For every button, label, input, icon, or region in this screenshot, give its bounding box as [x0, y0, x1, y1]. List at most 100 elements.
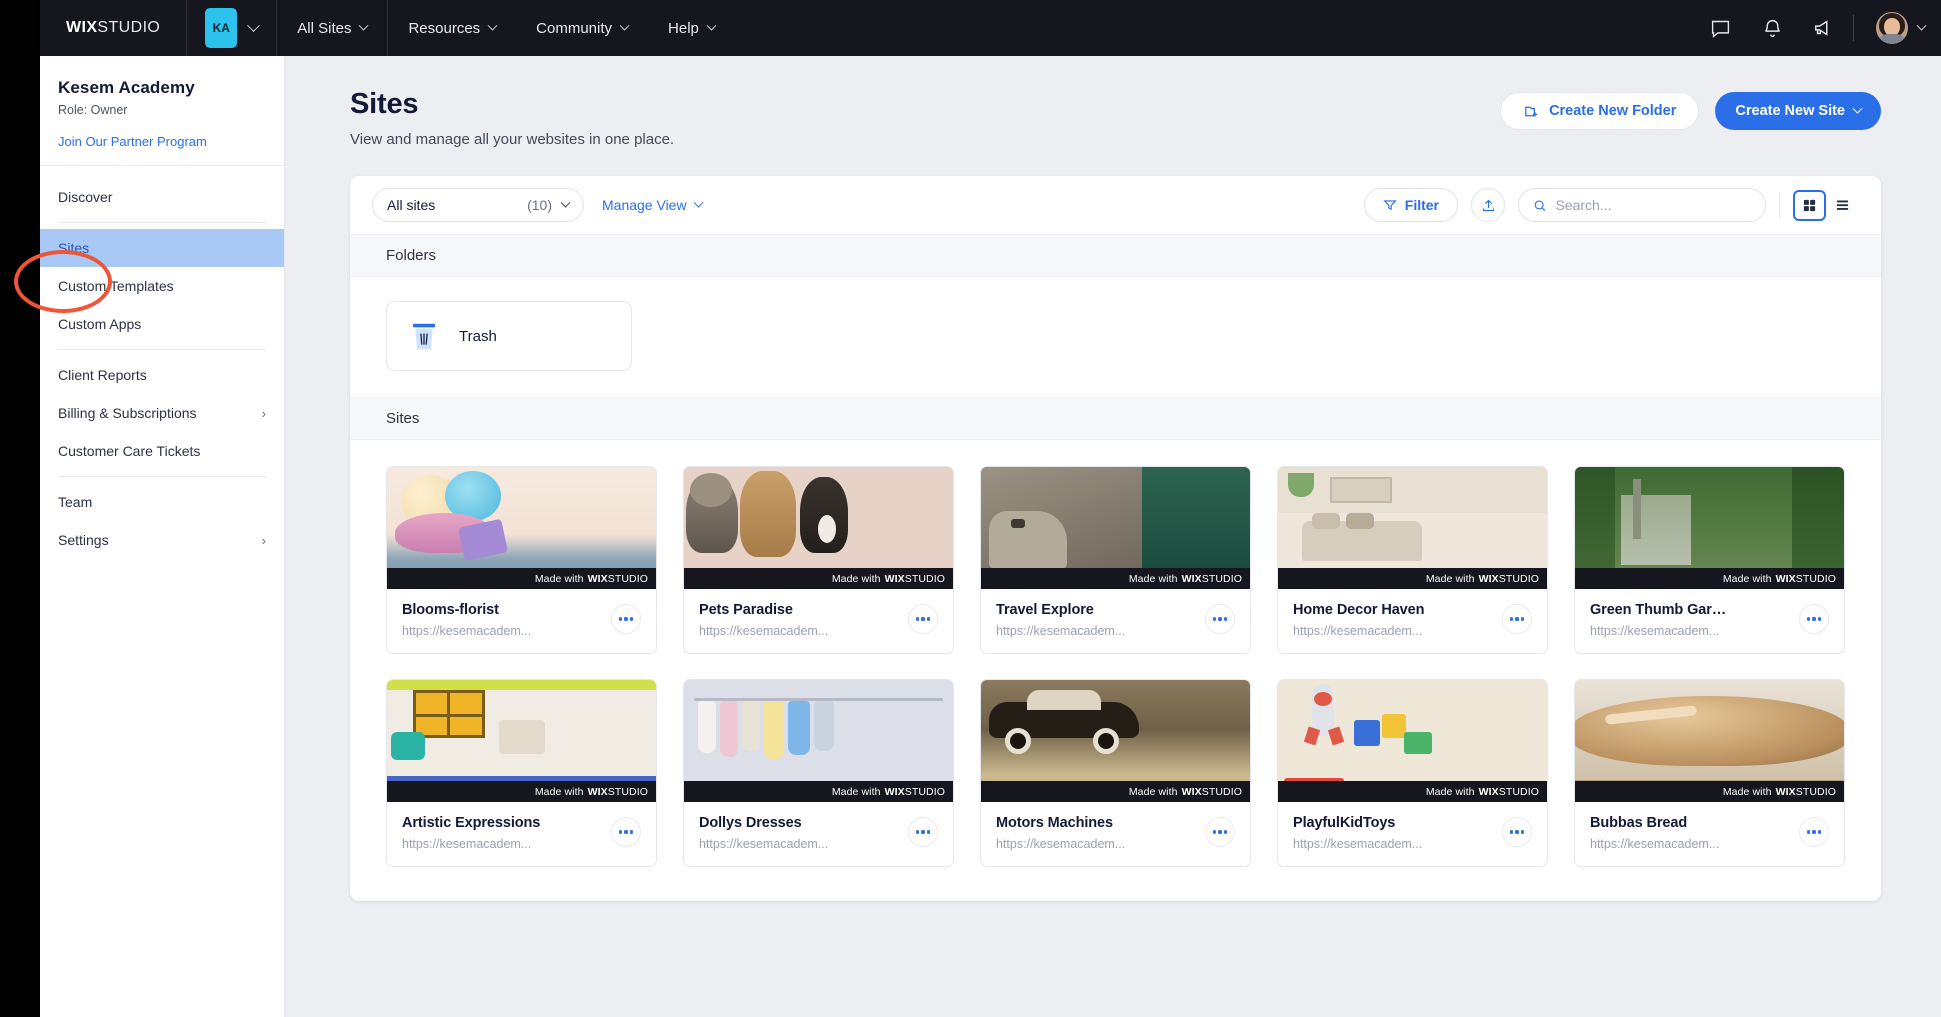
nav-community-label: Community	[536, 20, 612, 37]
folder-name: Trash	[459, 328, 497, 345]
site-more-options-button[interactable]	[1799, 604, 1829, 634]
nav-all-sites[interactable]: All Sites	[277, 0, 387, 56]
made-with-wix-badge: Made with WIXSTUDIO	[981, 781, 1250, 802]
search-box[interactable]	[1518, 188, 1766, 222]
search-input[interactable]	[1555, 197, 1751, 213]
sidebar-item-settings[interactable]: Settings ›	[40, 521, 284, 559]
sidebar-item-team[interactable]: Team	[40, 483, 284, 521]
sidebar-item-label: Custom Templates	[58, 278, 174, 294]
chat-button[interactable]	[1697, 0, 1743, 56]
page-title: Sites	[350, 88, 674, 121]
top-bar-actions	[1697, 0, 1941, 56]
account-role: Role: Owner	[58, 103, 266, 117]
app-screen: WIXSTUDIO KA All Sites Resources Communi…	[0, 0, 1941, 1017]
site-card[interactable]: Made with WIXSTUDIO Motors Machines http…	[980, 679, 1251, 867]
logo-wix-text: WIX	[66, 19, 97, 36]
nav-help[interactable]: Help	[648, 0, 735, 56]
sidebar-item-discover[interactable]: Discover	[40, 178, 284, 216]
join-partner-program-link[interactable]: Join Our Partner Program	[58, 134, 266, 149]
badge-studio: STUDIO	[1796, 786, 1836, 798]
manage-view-label: Manage View	[602, 197, 687, 213]
site-thumbnail: Made with WIXSTUDIO	[387, 467, 656, 589]
sidebar-item-label: Custom Apps	[58, 316, 141, 332]
site-card[interactable]: Made with WIXSTUDIO PlayfulKidToys https…	[1277, 679, 1548, 867]
site-card[interactable]: Made with WIXSTUDIO Bubbas Bread https:/…	[1574, 679, 1845, 867]
site-more-options-button[interactable]	[611, 817, 641, 847]
create-new-folder-button[interactable]: Create New Folder	[1500, 92, 1699, 130]
site-thumbnail: Made with WIXSTUDIO	[684, 467, 953, 589]
nav-resources[interactable]: Resources	[388, 0, 516, 56]
search-icon	[1533, 198, 1546, 213]
badge-wix: WIX	[1776, 786, 1796, 798]
site-thumbnail: Made with WIXSTUDIO	[1575, 680, 1844, 802]
sites-section-header: Sites	[350, 397, 1881, 440]
sidebar-item-billing-subscriptions[interactable]: Billing & Subscriptions ›	[40, 394, 284, 432]
divider	[58, 349, 266, 350]
logo-studio-text: STUDIO	[97, 19, 160, 36]
site-thumbnail: Made with WIXSTUDIO	[981, 467, 1250, 589]
site-more-options-button[interactable]	[1799, 817, 1829, 847]
folders-section-header: Folders	[350, 234, 1881, 277]
grid-view-button[interactable]	[1793, 190, 1826, 221]
divider	[58, 222, 266, 223]
account-switcher[interactable]: KA	[187, 0, 276, 56]
toolbar-right-controls: Filter	[1364, 188, 1859, 222]
site-more-options-button[interactable]	[1205, 817, 1235, 847]
create-new-folder-label: Create New Folder	[1549, 103, 1676, 119]
site-card[interactable]: Made with WIXSTUDIO Artistic Expressions…	[386, 679, 657, 867]
site-more-options-button[interactable]	[908, 604, 938, 634]
sidebar-item-label: Discover	[58, 189, 112, 205]
site-card[interactable]: Made with WIXSTUDIO Blooms-florist https…	[386, 466, 657, 654]
user-menu[interactable]	[1860, 12, 1925, 44]
avatar	[1876, 12, 1908, 44]
site-more-options-button[interactable]	[1502, 817, 1532, 847]
bell-icon	[1762, 18, 1783, 39]
badge-prefix: Made with	[832, 573, 881, 585]
sites-toolbar: All sites (10) Manage View Filter	[350, 176, 1881, 234]
badge-studio: STUDIO	[608, 573, 648, 585]
site-more-options-button[interactable]	[1205, 604, 1235, 634]
share-export-button[interactable]	[1471, 188, 1505, 222]
site-card[interactable]: Made with WIXSTUDIO Dollys Dresses https…	[683, 679, 954, 867]
create-new-site-button[interactable]: Create New Site	[1715, 92, 1881, 130]
site-card[interactable]: Made with WIXSTUDIO Travel Explore https…	[980, 466, 1251, 654]
sidebar-item-label: Settings	[58, 532, 109, 548]
sidebar-item-sites[interactable]: Sites	[40, 229, 284, 267]
site-more-options-button[interactable]	[611, 604, 641, 634]
page-subtitle: View and manage all your websites in one…	[350, 131, 674, 148]
site-card[interactable]: Made with WIXSTUDIO Pets Paradise https:…	[683, 466, 954, 654]
site-card[interactable]: Made with WIXSTUDIO Green Thumb Gar… htt…	[1574, 466, 1845, 654]
wix-studio-logo[interactable]: WIXSTUDIO	[40, 19, 186, 37]
list-view-icon	[1835, 198, 1850, 213]
sidebar-item-label: Team	[58, 494, 92, 510]
sidebar-item-client-reports[interactable]: Client Reports	[40, 356, 284, 394]
made-with-wix-badge: Made with WIXSTUDIO	[1575, 781, 1844, 802]
list-view-button[interactable]	[1826, 190, 1859, 221]
all-sites-select-label: All sites	[387, 197, 435, 213]
site-url: https://kesemacadem...	[1293, 837, 1422, 851]
badge-wix: WIX	[1479, 786, 1499, 798]
sidebar-item-customer-care-tickets[interactable]: Customer Care Tickets	[40, 432, 284, 470]
badge-studio: STUDIO	[1796, 573, 1836, 585]
account-name: Kesem Academy	[58, 78, 266, 98]
sidebar-item-custom-templates[interactable]: Custom Templates	[40, 267, 284, 305]
all-sites-select[interactable]: All sites (10)	[372, 188, 584, 222]
nav-community[interactable]: Community	[516, 0, 648, 56]
chevron-down-icon	[247, 19, 260, 32]
announcements-button[interactable]	[1801, 0, 1847, 56]
filter-button[interactable]: Filter	[1364, 188, 1458, 222]
site-more-options-button[interactable]	[908, 817, 938, 847]
chevron-down-icon	[561, 197, 571, 207]
chevron-down-icon	[1917, 20, 1927, 30]
site-name: Green Thumb Gar…	[1590, 602, 1726, 618]
site-more-options-button[interactable]	[1502, 604, 1532, 634]
folder-card-trash[interactable]: Trash	[386, 301, 632, 371]
site-card-footer: Motors Machines https://kesemacadem...	[981, 802, 1250, 866]
badge-prefix: Made with	[1723, 573, 1772, 585]
manage-view-button[interactable]: Manage View	[602, 197, 702, 213]
notifications-button[interactable]	[1749, 0, 1795, 56]
site-card[interactable]: Made with WIXSTUDIO Home Decor Haven htt…	[1277, 466, 1548, 654]
sidebar-item-custom-apps[interactable]: Custom Apps	[40, 305, 284, 343]
made-with-wix-badge: Made with WIXSTUDIO	[1278, 568, 1547, 589]
sites-panel: All sites (10) Manage View Filter	[350, 176, 1881, 901]
